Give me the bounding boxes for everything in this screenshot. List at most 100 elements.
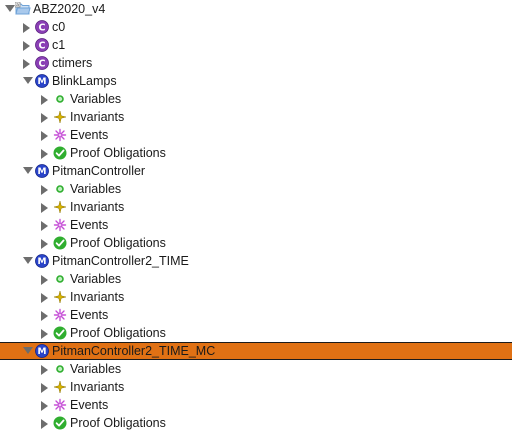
context-icon: C [35,38,49,52]
variables-icon [53,92,67,106]
collapsed-triangle-icon[interactable] [40,414,52,432]
proof-obligations-icon [53,236,67,250]
collapsed-triangle-icon[interactable] [40,180,52,198]
tree-item-label: Proof Obligations [70,416,166,430]
tree-item-label: Variables [70,272,122,286]
expanded-triangle-icon[interactable] [22,162,34,180]
svg-text:a: a [16,3,19,8]
proof-obligations-icon [53,326,67,340]
expanded-triangle-icon[interactable] [22,72,34,90]
tree-item-variables[interactable]: Variables [0,270,512,288]
tree-item-label: Invariants [70,290,125,304]
tree-item-events[interactable]: Events [0,306,512,324]
collapsed-triangle-icon[interactable] [22,36,34,54]
collapsed-triangle-icon[interactable] [40,270,52,288]
expanded-triangle-icon[interactable] [22,252,34,270]
tree-item-invariants[interactable]: Invariants [0,108,512,126]
collapsed-triangle-icon[interactable] [40,108,52,126]
tree-item-proof-obligations[interactable]: Proof Obligations [0,414,512,432]
collapsed-triangle-icon[interactable] [40,306,52,324]
tree-item-invariants[interactable]: Invariants [0,198,512,216]
tree-item-machine-blinklamps[interactable]: M BlinkLamps [0,72,512,90]
tree-item-label: Invariants [70,380,125,394]
svg-text:C: C [39,40,46,51]
folder-icon: a [14,1,31,16]
proof-obligations-icon [53,416,67,430]
svg-text:M: M [38,257,47,267]
tree-item-variables[interactable]: Variables [0,180,512,198]
tree-item-context-c1[interactable]: Cc1 [0,36,512,54]
collapsed-triangle-icon[interactable] [22,54,34,72]
tree-item-label: Variables [70,92,122,106]
events-icon [53,128,67,142]
tree-item-context-c0[interactable]: Cc0 [0,18,512,36]
tree-item-machine-pitmancontroller2-time[interactable]: M PitmanController2_TIME [0,252,512,270]
variables-icon [53,272,67,286]
tree-item-machine-pitmancontroller2-time-mc[interactable]: M PitmanController2_TIME_MC [0,342,512,360]
invariants-icon [53,110,67,124]
tree-item-label: Proof Obligations [70,146,166,160]
tree-item-proof-obligations[interactable]: Proof Obligations [0,144,512,162]
svg-text:C: C [39,22,46,33]
invariants-icon [53,200,67,214]
tree-item-label: Events [70,308,109,322]
tree-item-label: ctimers [52,56,93,70]
tree-item-label: BlinkLamps [52,74,117,88]
tree-item-label: PitmanController2_TIME [52,254,189,268]
events-icon [53,218,67,232]
tree-item-invariants[interactable]: Invariants [0,378,512,396]
collapsed-triangle-icon[interactable] [40,360,52,378]
tree-item-label: Proof Obligations [70,236,166,250]
variables-icon [53,362,67,376]
tree-item-machine-pitmancontroller[interactable]: M PitmanController [0,162,512,180]
svg-text:C: C [39,58,46,69]
tree-item-label: Events [70,128,109,142]
proof-obligations-icon [53,146,67,160]
tree-item-label: c0 [52,20,66,34]
machine-icon: M [35,74,49,88]
tree-item-invariants[interactable]: Invariants [0,288,512,306]
events-icon [53,308,67,322]
collapsed-triangle-icon[interactable] [40,90,52,108]
tree-item-proof-obligations[interactable]: Proof Obligations [0,234,512,252]
expanded-triangle-icon[interactable] [22,343,34,361]
machine-icon: M [35,164,49,178]
events-icon [53,398,67,412]
tree-item-variables[interactable]: Variables [0,90,512,108]
tree-item-label: PitmanController2_TIME_MC [52,344,216,358]
collapsed-triangle-icon[interactable] [40,324,52,342]
collapsed-triangle-icon[interactable] [40,234,52,252]
context-icon: C [35,56,49,70]
tree-item-variables[interactable]: Variables [0,360,512,378]
tree-item-project-abz2020-v4[interactable]: a ABZ2020_v4 [0,0,512,18]
tree-item-label: c1 [52,38,66,52]
context-icon: C [35,20,49,34]
collapsed-triangle-icon[interactable] [22,18,34,36]
collapsed-triangle-icon[interactable] [40,198,52,216]
project-explorer-tree: a ABZ2020_v4 Cc0 Cc1 Cctimers M BlinkLamps Vari… [0,0,512,432]
tree-item-label: Variables [70,362,122,376]
tree-item-events[interactable]: Events [0,126,512,144]
machine-icon: M [35,254,49,268]
collapsed-triangle-icon[interactable] [40,378,52,396]
collapsed-triangle-icon[interactable] [40,126,52,144]
tree-item-events[interactable]: Events [0,396,512,414]
tree-item-label: Events [70,218,109,232]
tree-item-label: Invariants [70,200,125,214]
tree-item-label: Events [70,398,109,412]
variables-icon [53,182,67,196]
tree-item-label: PitmanController [52,164,146,178]
collapsed-triangle-icon[interactable] [40,216,52,234]
svg-text:M: M [38,77,47,87]
tree-item-label: Invariants [70,110,125,124]
tree-item-events[interactable]: Events [0,216,512,234]
svg-text:M: M [38,167,47,177]
collapsed-triangle-icon[interactable] [40,396,52,414]
svg-text:M: M [38,347,47,357]
invariants-icon [53,290,67,304]
tree-item-context-ctimers[interactable]: Cctimers [0,54,512,72]
tree-item-label: Proof Obligations [70,326,166,340]
collapsed-triangle-icon[interactable] [40,288,52,306]
collapsed-triangle-icon[interactable] [40,144,52,162]
tree-item-proof-obligations[interactable]: Proof Obligations [0,324,512,342]
